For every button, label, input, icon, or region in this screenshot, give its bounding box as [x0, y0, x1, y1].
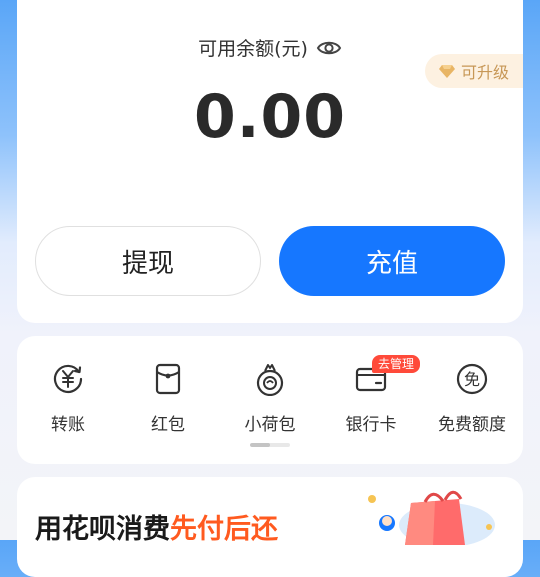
shopping-bag-illustration	[368, 490, 495, 545]
balance-amount: 0.00	[193, 82, 347, 152]
manage-badge[interactable]: 去管理	[372, 355, 421, 373]
service-purse[interactable]: 小荷包	[220, 362, 320, 435]
service-label: 银行卡	[345, 415, 397, 435]
svg-text:免: 免	[464, 370, 480, 389]
service-label: 红包	[151, 415, 185, 435]
withdraw-button[interactable]: 提现	[35, 226, 261, 296]
service-label: 小荷包	[244, 415, 296, 435]
diamond-icon	[438, 65, 455, 78]
services-grid: 转账 红包 小荷包 银行卡 免 免费额度 去管理	[17, 336, 523, 446]
promo-card[interactable]: 用花呗消费先付后还	[17, 477, 523, 577]
withdraw-button-label: 提现	[121, 248, 174, 279]
service-label: 转账	[51, 415, 85, 435]
red-envelope-icon	[155, 363, 181, 395]
free-quota-icon: 免	[456, 363, 488, 395]
balance-label: 可用余额(元)	[198, 38, 308, 60]
promo-text-highlight: 先付后还	[170, 514, 278, 545]
service-transfer[interactable]: 转账	[18, 362, 118, 435]
service-red-envelope[interactable]: 红包	[118, 362, 218, 435]
purse-icon	[256, 364, 284, 396]
eye-icon[interactable]	[316, 39, 342, 57]
promo-text-plain: 用花呗消费	[35, 514, 170, 545]
recharge-button-label: 充值	[365, 248, 418, 279]
page-indicator-thumb	[250, 443, 270, 447]
recharge-button[interactable]: 充值	[279, 226, 505, 296]
page-indicator	[250, 443, 290, 447]
service-label: 免费额度	[438, 415, 506, 435]
service-free-quota[interactable]: 免 免费额度	[422, 362, 522, 435]
yuan-transfer-icon	[53, 364, 83, 394]
balance-card: 可用余额(元) 可升级 0.00 提现 充值	[17, 0, 523, 323]
services-card: 转账 红包 小荷包 银行卡 免 免费额度 去管理	[17, 336, 523, 464]
promo-headline: 用花呗消费先付后还	[35, 507, 278, 546]
upgrade-badge-label: 可升级	[460, 63, 509, 82]
